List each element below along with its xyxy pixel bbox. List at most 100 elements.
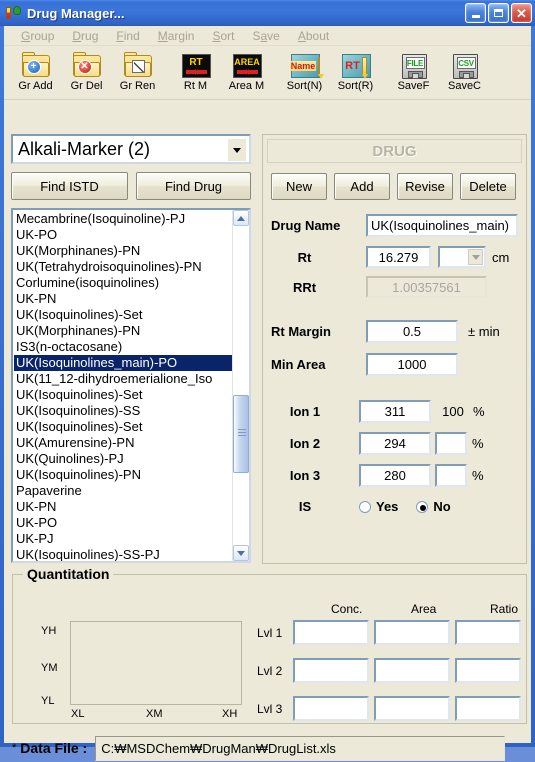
list-item[interactable]: Papaverine [14, 483, 232, 499]
list-item[interactable]: UK-PO [14, 227, 232, 243]
list-item[interactable]: UK(Isoquinolines)-SS [14, 403, 232, 419]
list-item[interactable]: UK(Quinolines)-PJ [14, 451, 232, 467]
menu-group[interactable]: Group [12, 28, 63, 44]
list-item[interactable]: UK-PO [14, 515, 232, 531]
lvl3-area-input[interactable] [374, 696, 450, 721]
minimize-button[interactable] [465, 3, 486, 23]
drug-list-scrollbar[interactable] [232, 210, 249, 561]
list-item[interactable]: Corlumine(isoquinolines) [14, 275, 232, 291]
rt-input[interactable]: 16.279 [366, 246, 431, 268]
is-no-radio[interactable]: No [416, 499, 451, 514]
gr-ren-button[interactable]: Gr Ren [112, 49, 163, 98]
list-item[interactable]: UK-PJ [14, 531, 232, 547]
calibration-graph [70, 621, 242, 705]
lvl2-conc-input[interactable] [293, 658, 369, 683]
is-yes-radio[interactable]: Yes [359, 499, 398, 514]
list-item[interactable]: UK(Tetrahydroisoquinolines)-PN [14, 259, 232, 275]
ion2-row: Ion 2 294 % [263, 432, 526, 455]
menu-find[interactable]: Find [107, 28, 148, 44]
list-item[interactable]: UK(Morphinanes)-PN [14, 323, 232, 339]
group-select[interactable]: Alkali-Marker (2) [11, 134, 251, 164]
gr-del-button[interactable]: ✕ Gr Del [61, 49, 112, 98]
list-item[interactable]: UK(11_12-dihydroemerialione_Iso [14, 371, 232, 387]
list-item[interactable]: UK(Amurensine)-PN [14, 435, 232, 451]
lvl1-conc-input[interactable] [293, 620, 369, 645]
lvl2-area-input[interactable] [374, 658, 450, 683]
radio-off-icon [359, 500, 371, 513]
pill-icon [5, 5, 23, 21]
delete-button[interactable]: Delete [460, 173, 516, 200]
ion1-input[interactable]: 311 [359, 400, 431, 423]
min-area-value: 1000 [397, 357, 427, 372]
chevron-down-icon[interactable] [227, 138, 247, 162]
menu-about[interactable]: About [289, 28, 338, 44]
list-item[interactable]: Mecambrine(Isoquinoline)-PJ [14, 211, 232, 227]
sort-by-name-icon: Name [289, 52, 325, 80]
menu-drug[interactable]: Drug [63, 28, 107, 44]
menu-save[interactable]: Save [243, 28, 288, 44]
data-file-path-input[interactable]: C:₩MSDChem₩DrugMan₩DrugList.xls [95, 735, 506, 761]
maximize-button[interactable] [488, 3, 509, 23]
data-file-label: Data File : [20, 740, 88, 756]
list-item[interactable]: UK-PN [14, 291, 232, 307]
list-item[interactable]: UK(Isoquinolines)-Set [14, 387, 232, 403]
sort-n-button[interactable]: Name Sort(N) [279, 49, 330, 98]
scroll-up-icon[interactable] [233, 210, 249, 226]
close-button[interactable]: ✕ [511, 3, 532, 23]
list-item[interactable]: UK(Isoquinolines)-Set [14, 307, 232, 323]
list-item[interactable]: UK(Morphinanes)-PN [14, 243, 232, 259]
rt-label: Rt [297, 249, 312, 265]
rt-m-button[interactable]: RT Rt M [170, 49, 221, 98]
save-c-button[interactable]: CSV SaveC [439, 49, 490, 98]
chevron-down-icon[interactable] [468, 249, 483, 265]
lvl1-area-input[interactable] [374, 620, 450, 645]
window-controls: ✕ [465, 3, 532, 23]
drug-name-input[interactable]: UK(Isoquinolines_main) [366, 214, 518, 237]
drug-detail-panel: DRUG New Add Revise Delete Drug Name UK(… [262, 134, 527, 564]
ion2-percent-input[interactable] [435, 432, 467, 455]
list-item[interactable]: UK(Isoquinolines_main)-PO [14, 355, 232, 371]
new-button[interactable]: New [271, 173, 327, 200]
find-drug-button[interactable]: Find Drug [136, 172, 251, 200]
scrollbar-thumb[interactable] [233, 395, 249, 473]
drug-name-label: Drug Name [271, 218, 341, 233]
gr-add-button[interactable]: + Gr Add [10, 49, 61, 98]
add-button[interactable]: Add [334, 173, 390, 200]
rt-unit-select[interactable] [438, 246, 486, 268]
ion3-input[interactable]: 280 [359, 464, 431, 487]
list-item[interactable]: UK(Isoquinolines)-SS-PJ [14, 547, 232, 561]
ion2-input[interactable]: 294 [359, 432, 431, 455]
x-axis-label-mid: XM [146, 708, 163, 720]
sort-r-button[interactable]: RT Sort(R) [330, 49, 381, 98]
lvl1-ratio-input[interactable] [455, 620, 521, 645]
add-label: Add [350, 179, 374, 194]
lvl3-conc-input[interactable] [293, 696, 369, 721]
list-item[interactable]: IS3(n-octacosane) [14, 339, 232, 355]
column-header-conc: Conc. [331, 602, 363, 616]
lvl3-ratio-input[interactable] [455, 696, 521, 721]
is-row: IS Yes No [263, 499, 526, 514]
rt-margin-input[interactable]: 0.5 [366, 320, 458, 343]
rt-margin-label: Rt Margin [271, 324, 331, 339]
ion3-value: 280 [384, 468, 406, 483]
min-area-input[interactable]: 1000 [366, 353, 458, 376]
drug-list-items[interactable]: Mecambrine(Isoquinoline)-PJ UK-PO UK(Morph… [13, 210, 232, 561]
find-drug-label: Find Drug [164, 178, 223, 194]
save-f-button[interactable]: FILE SaveF [388, 49, 439, 98]
save-f-icon-text: FILE [405, 57, 425, 69]
ion3-percent-input[interactable] [435, 464, 467, 487]
lvl2-ratio-input[interactable] [455, 658, 521, 683]
x-axis-label-low: XL [71, 708, 85, 720]
application-window: Drug Manager... ✕ Group Drug Find Margin… [0, 0, 535, 761]
revise-button[interactable]: Revise [397, 173, 453, 200]
area-m-button[interactable]: AREA Area M [221, 49, 272, 98]
list-item[interactable]: UK-PN [14, 499, 232, 515]
rt-margin-row: Rt Margin 0.5 ± min [263, 320, 526, 343]
drug-listbox[interactable]: Mecambrine(Isoquinoline)-PJ UK-PO UK(Morph… [11, 208, 251, 563]
list-item[interactable]: UK(Isoquinolines)-Set [14, 419, 232, 435]
find-istd-button[interactable]: Find ISTD [11, 172, 128, 200]
list-item[interactable]: UK(Isoquinolines)-PN [14, 467, 232, 483]
menu-margin[interactable]: Margin [149, 28, 204, 44]
scroll-down-icon[interactable] [233, 545, 249, 561]
menu-sort[interactable]: Sort [203, 28, 243, 44]
